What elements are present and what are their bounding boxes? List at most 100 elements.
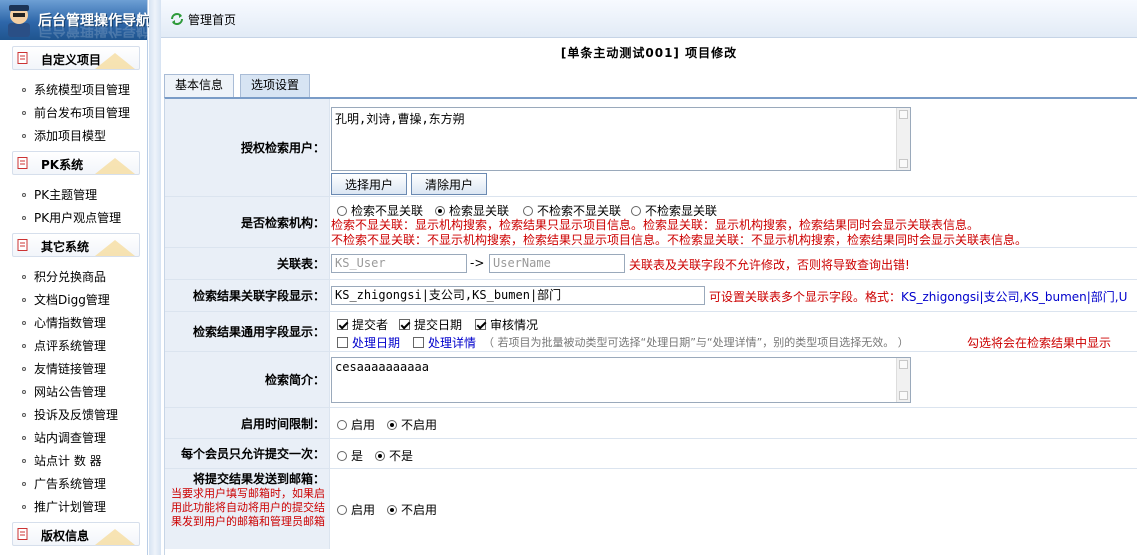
radio-once-yes[interactable]: 是 (337, 447, 363, 464)
sidebar-item-system-model[interactable]: 系统模型项目管理 (22, 81, 130, 99)
radio-icon (337, 205, 347, 216)
sidebar-item-points-exchange[interactable]: 积分兑换商品 (22, 268, 106, 286)
sidebar-item-counter[interactable]: 站点计 数 器 (22, 452, 102, 470)
checkbox-checked-icon (399, 319, 410, 330)
top-bar: 管理首页 (161, 0, 1137, 38)
bullet-icon (22, 389, 26, 394)
sidebar-item-add-model[interactable]: 添加项目模型 (22, 127, 106, 145)
row-time-limit: 启用时间限制： 启用 不启用 (165, 408, 1137, 439)
check-submitter[interactable]: 提交者 (337, 316, 388, 333)
sidebar-section-title: 版权信息 (41, 529, 90, 543)
sidebar-item-promotion[interactable]: 推广计划管理 (22, 498, 106, 516)
radio-checked-icon (387, 419, 397, 430)
check-process-detail[interactable]: 处理详情 (413, 334, 476, 351)
sidebar-section-title: PK系统 (41, 158, 84, 172)
sidebar-section-custom-projects[interactable]: 自定义项目 (12, 46, 140, 70)
tab-basic-info[interactable]: 基本信息 (164, 74, 235, 97)
search-org-help-2: 不检索不显关联：不显示机构搜索，检索结果只显示项目信息。不检索显关联：不显示机构… (331, 233, 1028, 247)
sidebar-item-feedback[interactable]: 投诉及反馈管理 (22, 406, 118, 424)
sidebar-banner: 后台管理操作导航 后台管理操作导航 (0, 0, 150, 40)
radio-email-on[interactable]: 启用 (337, 501, 375, 518)
refresh-home-icon[interactable] (170, 12, 184, 26)
checkbox-checked-icon (337, 319, 348, 330)
check-submit-date[interactable]: 提交日期 (399, 316, 462, 333)
label-search-org: 是否检索机构： (165, 197, 330, 247)
bullet-icon (22, 110, 26, 115)
sidebar-item-links[interactable]: 友情链接管理 (22, 360, 106, 378)
bullet-icon (22, 87, 26, 92)
sidebar-section-title: 其它系统 (41, 240, 90, 254)
sidebar-splitter[interactable] (149, 0, 161, 555)
bullet-icon (22, 343, 26, 348)
scrollbar[interactable] (896, 358, 910, 402)
select-users-button[interactable]: 选择用户 (331, 173, 407, 195)
relation-table-input[interactable]: KS_User (331, 254, 467, 273)
sidebar-section-pk[interactable]: PK系统 (12, 151, 140, 175)
doc-icon (17, 157, 28, 169)
label-result-fields: 检索结果关联字段显示： (165, 280, 330, 311)
bullet-icon (22, 458, 26, 463)
label-time-limit: 启用时间限制： (165, 408, 330, 438)
scrollbar[interactable] (896, 108, 910, 170)
row-search-org: 是否检索机构： 检索不显关联 检索显关联 不检索不显关联 不检索显关联 检索不显… (165, 197, 1137, 248)
check-process-date[interactable]: 处理日期 (337, 334, 400, 351)
result-fields-input[interactable]: KS_zhigongsi|支公司,KS_bumen|部门 (331, 286, 705, 305)
sidebar-section-copyright[interactable]: 版权信息 (12, 522, 140, 546)
bullet-icon (22, 192, 26, 197)
home-link[interactable]: 管理首页 (188, 11, 236, 28)
sidebar-item-announcements[interactable]: 网站公告管理 (22, 383, 106, 401)
label-common-fields: 检索结果通用字段显示： (165, 312, 330, 351)
row-common-fields: 检索结果通用字段显示： 提交者 提交日期 审核情况 处理日期 处理详情 （ 若项… (165, 312, 1137, 352)
doc-icon (17, 239, 28, 251)
radio-checked-icon (435, 205, 445, 216)
check-review-status[interactable]: 审核情况 (475, 316, 538, 333)
sidebar-section-other[interactable]: 其它系统 (12, 233, 140, 257)
email-send-help: 当要求用户填写邮箱时，如果启用此功能将自动将用户的提交结果发到用户的邮箱和管理员… (171, 487, 325, 528)
bullet-icon (22, 412, 26, 417)
bullet-icon (22, 481, 26, 486)
checkbox-icon (413, 337, 424, 348)
section-decoration-icon (95, 240, 135, 256)
doc-icon (17, 52, 28, 64)
bullet-icon (22, 297, 26, 302)
common-fields-red-note: 勾选将会在检索结果中显示 (967, 336, 1112, 350)
sidebar-item-pk-opinions[interactable]: PK用户观点管理 (22, 209, 121, 227)
radio-time-limit-on[interactable]: 启用 (337, 416, 375, 433)
relation-warning: 关联表及关联字段不允许修改，否则将导致查询出错! (629, 258, 910, 272)
sidebar-item-survey[interactable]: 站内调查管理 (22, 429, 106, 447)
sidebar-item-mood[interactable]: 心情指数管理 (22, 314, 106, 332)
radio-email-off[interactable]: 不启用 (387, 501, 437, 518)
bullet-icon (22, 215, 26, 220)
row-auth-users: 授权检索用户： 孔明,刘诗,曹操,东方朔 选择用户 清除用户 (165, 99, 1137, 197)
row-intro: 检索简介： cesaaaaaaaaaa (165, 352, 1137, 408)
radio-icon (523, 205, 533, 216)
result-fields-hint: 可设置关联表多个显示字段。格式：KS_zhigongsi|支公司,KS_bume… (709, 290, 1128, 304)
bullet-icon (22, 320, 26, 325)
bullet-icon (22, 435, 26, 440)
section-decoration-icon (95, 158, 135, 174)
radio-time-limit-off[interactable]: 不启用 (387, 416, 437, 433)
relation-field-input[interactable]: UserName (489, 254, 625, 273)
sidebar-item-review[interactable]: 点评系统管理 (22, 337, 106, 355)
clear-users-button[interactable]: 清除用户 (411, 173, 487, 195)
tab-options[interactable]: 选项设置 (240, 74, 311, 97)
sidebar-item-pk-topics[interactable]: PK主题管理 (22, 186, 97, 204)
radio-once-no[interactable]: 不是 (375, 447, 413, 464)
row-relation-table: 关联表： KS_User -> UserName 关联表及关联字段不允许修改，否… (165, 248, 1137, 280)
sidebar-item-ads[interactable]: 广告系统管理 (22, 475, 106, 493)
sidebar-item-digg[interactable]: 文档Digg管理 (22, 291, 110, 309)
radio-icon (337, 450, 347, 461)
checkbox-checked-icon (475, 319, 486, 330)
intro-textarea[interactable]: cesaaaaaaaaaa (331, 357, 911, 403)
sidebar-item-front-publish[interactable]: 前台发布项目管理 (22, 104, 130, 122)
doc-icon (17, 528, 28, 540)
label-relation-table: 关联表： (165, 248, 330, 279)
bullet-icon (22, 133, 26, 138)
label-auth-users: 授权检索用户： (165, 99, 330, 196)
section-decoration-icon (95, 529, 135, 545)
bullet-icon (22, 504, 26, 509)
auth-users-textarea[interactable]: 孔明,刘诗,曹操,东方朔 (331, 107, 911, 171)
checkbox-icon (337, 337, 348, 348)
section-decoration-icon (95, 53, 135, 69)
label-intro: 检索简介： (165, 352, 330, 407)
